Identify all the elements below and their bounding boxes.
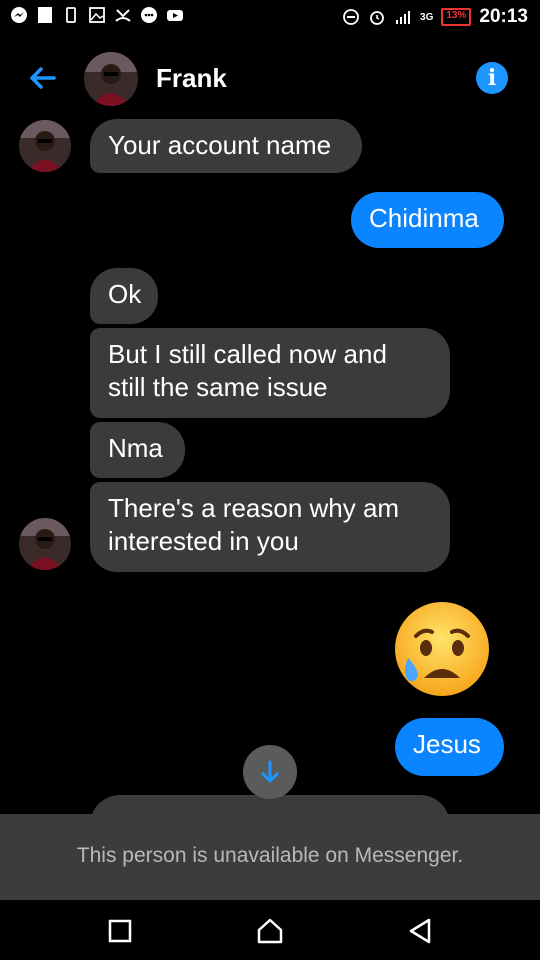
contact-name[interactable]: Frank: [156, 63, 227, 94]
system-status: 3G 13% 20:13: [342, 6, 528, 28]
message-incoming[interactable]: There's a reason why am interested in yo…: [90, 482, 450, 572]
youtube-icon: [167, 10, 183, 21]
signal-icon: [396, 11, 411, 24]
home-icon[interactable]: [255, 916, 285, 946]
scroll-down-button[interactable]: [243, 745, 297, 799]
phone-icon: [66, 7, 76, 23]
recent-apps-icon[interactable]: [105, 916, 135, 946]
message-incoming[interactable]: Ok: [90, 268, 158, 324]
unavailable-text: This person is unavailable on Messenger.: [76, 844, 464, 867]
avatar-photo-icon: [19, 120, 71, 172]
sad-but-relieved-face-icon[interactable]: [392, 600, 492, 698]
system-nav-bar: [0, 900, 540, 960]
image-icon: [89, 7, 105, 23]
alarm-icon: [370, 11, 384, 25]
notification-icons: [10, 6, 184, 24]
dnd-icon: [343, 9, 359, 25]
message-incoming[interactable]: Nma: [90, 422, 185, 478]
message-outgoing[interactable]: Jesus: [395, 718, 504, 776]
back-arrow-icon[interactable]: [24, 60, 60, 96]
chat-bubble-icon: [141, 7, 157, 23]
status-bar: 3G 13% 20:13: [0, 0, 540, 36]
avatar-photo-icon: [84, 52, 138, 106]
avatar-photo-icon: [19, 518, 71, 570]
missed-call-icon: [115, 9, 131, 22]
battery-indicator: 13%: [441, 8, 472, 26]
unavailable-banner: This person is unavailable on Messenger.: [0, 814, 540, 900]
info-icon[interactable]: i: [476, 62, 508, 94]
messenger-icon: [11, 7, 27, 23]
message-outgoing[interactable]: Chidinma: [351, 192, 504, 248]
message-incoming[interactable]: But I still called now and still the sam…: [90, 328, 450, 418]
back-nav-icon[interactable]: [405, 916, 435, 946]
sender-avatar[interactable]: [19, 120, 71, 172]
sender-avatar[interactable]: [19, 518, 71, 570]
message-incoming[interactable]: Your account name: [90, 119, 362, 173]
contact-avatar[interactable]: [84, 52, 138, 106]
clock: 20:13: [479, 6, 528, 27]
arrow-down-icon: [261, 760, 279, 783]
notification-square-icon: [38, 7, 52, 23]
network-type: 3G: [420, 11, 434, 23]
chat-header: Frank i: [0, 42, 540, 114]
